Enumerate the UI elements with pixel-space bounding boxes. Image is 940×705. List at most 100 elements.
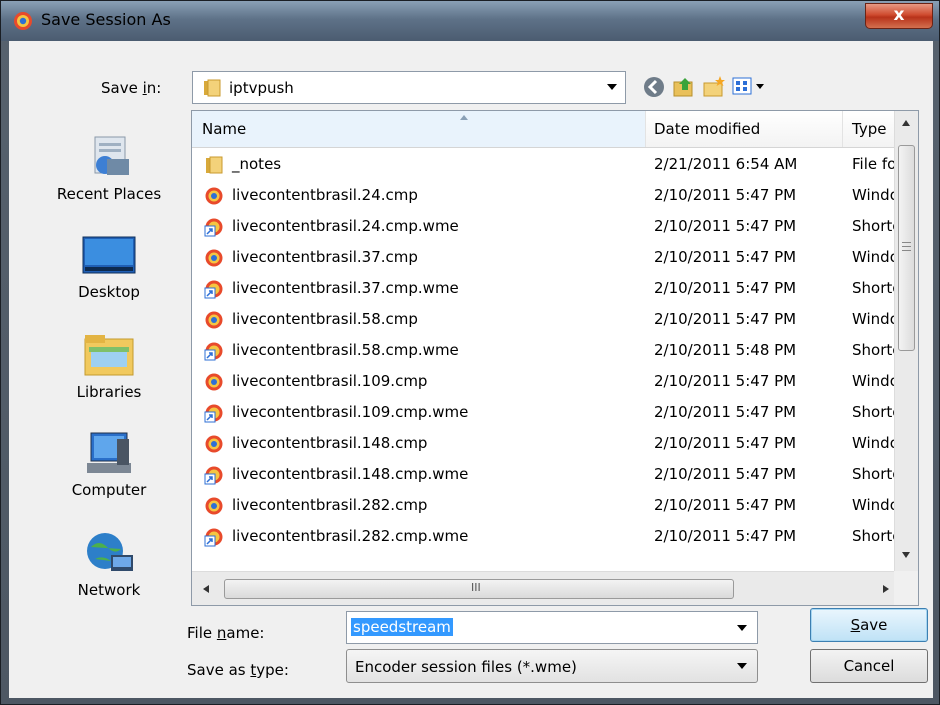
place-label: Computer <box>71 481 147 499</box>
place-label: Recent Places <box>56 185 162 203</box>
window-title: Save Session As <box>41 10 171 29</box>
date-modified-cell: 2/10/2011 5:47 PM <box>654 465 797 483</box>
type-cell: Shortc <box>852 527 894 545</box>
horizontal-scroll-thumb[interactable]: III <box>224 579 734 599</box>
file-row[interactable]: livecontentbrasil.109.cmp 2/10/2011 5:47 … <box>192 366 894 397</box>
file-row[interactable]: livecontentbrasil.109.cmp.wme 2/10/2011 5… <box>192 397 894 428</box>
date-modified-cell: 2/10/2011 5:47 PM <box>654 279 797 297</box>
file-row[interactable]: livecontentbrasil.37.cmp.wme 2/10/2011 5:… <box>192 273 894 304</box>
type-cell: Windo <box>852 496 894 514</box>
shortcut-icon <box>204 466 223 485</box>
back-icon[interactable] <box>641 74 667 100</box>
scroll-left-icon[interactable] <box>202 584 210 594</box>
column-divider[interactable] <box>645 111 646 147</box>
network-icon <box>87 533 133 571</box>
shortcut-icon <box>204 218 223 237</box>
type-cell: Shortc <box>852 279 894 297</box>
media-file-icon <box>205 187 223 205</box>
scroll-right-icon[interactable] <box>882 584 890 594</box>
media-file-icon <box>205 311 223 329</box>
file-name-value[interactable]: speedstream <box>351 618 453 636</box>
place-libraries[interactable]: Libraries <box>29 331 189 401</box>
chevron-down-icon[interactable] <box>737 625 747 631</box>
title-bar[interactable]: Save Session As x <box>1 1 939 41</box>
date-modified-cell: 2/10/2011 5:47 PM <box>654 217 797 235</box>
new-folder-icon[interactable] <box>701 74 727 100</box>
folder-icon <box>206 156 223 174</box>
file-row[interactable]: livecontentbrasil.24.cmp 2/10/2011 5:47 P… <box>192 180 894 211</box>
column-name-label: Name <box>202 120 247 138</box>
file-name-cell: livecontentbrasil.148.cmp.wme <box>232 465 469 483</box>
close-button[interactable]: x <box>865 3 933 29</box>
save-in-value: iptvpush <box>229 79 294 97</box>
file-row[interactable]: _notes 2/21/2011 6:54 AM File fol <box>192 149 894 180</box>
file-row[interactable]: livecontentbrasil.58.cmp 2/10/2011 5:47 P… <box>192 304 894 335</box>
app-icon <box>14 12 32 30</box>
file-name-cell: livecontentbrasil.58.cmp.wme <box>232 341 459 359</box>
horizontal-scrollbar[interactable]: III <box>192 571 894 605</box>
file-name-cell: _notes <box>232 155 282 173</box>
date-modified-cell: 2/10/2011 5:47 PM <box>654 248 797 266</box>
up-folder-icon[interactable] <box>671 74 697 100</box>
file-row[interactable]: livecontentbrasil.58.cmp.wme 2/10/2011 5:… <box>192 335 894 366</box>
file-name-cell: livecontentbrasil.24.cmp <box>232 186 418 204</box>
chevron-down-icon <box>607 84 617 90</box>
scroll-corner <box>894 571 918 605</box>
sort-ascending-icon <box>460 115 468 120</box>
places-bar: Recent Places Desktop Libraries Computer… <box>29 123 189 658</box>
vertical-scrollbar[interactable] <box>894 111 918 571</box>
file-name-input[interactable]: speedstream <box>346 611 758 644</box>
media-file-icon <box>205 435 223 453</box>
place-desktop[interactable]: Desktop <box>29 231 189 301</box>
column-header-name[interactable]: Name <box>192 111 645 147</box>
date-modified-cell: 2/10/2011 5:47 PM <box>654 496 797 514</box>
file-name-cell: livecontentbrasil.58.cmp <box>232 310 418 328</box>
file-row[interactable]: livecontentbrasil.282.cmp.wme 2/10/2011 5… <box>192 521 894 552</box>
type-cell: Windo <box>852 310 894 328</box>
file-name-cell: livecontentbrasil.109.cmp.wme <box>232 403 469 421</box>
media-file-icon <box>205 497 223 515</box>
scroll-down-icon[interactable] <box>901 551 911 559</box>
file-row[interactable]: livecontentbrasil.37.cmp 2/10/2011 5:47 P… <box>192 242 894 273</box>
file-name-cell: livecontentbrasil.37.cmp <box>232 248 418 266</box>
file-row[interactable]: livecontentbrasil.24.cmp.wme 2/10/2011 5:… <box>192 211 894 242</box>
date-modified-cell: 2/10/2011 5:47 PM <box>654 403 797 421</box>
file-row[interactable]: livecontentbrasil.148.cmp 2/10/2011 5:47 … <box>192 428 894 459</box>
type-cell: Windo <box>852 434 894 452</box>
file-row[interactable]: livecontentbrasil.282.cmp 2/10/2011 5:47 … <box>192 490 894 521</box>
type-cell: Shortc <box>852 341 894 359</box>
column-header-type[interactable]: Type <box>852 120 886 138</box>
save-as-type-dropdown[interactable]: Encoder session files (*.wme) <box>346 649 758 683</box>
save-in-dropdown[interactable]: iptvpush <box>192 71 626 104</box>
media-file-icon <box>205 373 223 391</box>
date-modified-cell: 2/10/2011 5:47 PM <box>654 186 797 204</box>
scroll-grip: III <box>471 581 481 594</box>
vertical-scroll-thumb[interactable] <box>898 145 915 351</box>
shortcut-icon <box>204 280 223 299</box>
type-cell: Shortc <box>852 465 894 483</box>
save-button[interactable]: Save <box>810 608 928 642</box>
desktop-icon <box>82 236 136 274</box>
shortcut-icon <box>204 342 223 361</box>
file-list[interactable]: Name Date modified Type _notes 2/21/2011 … <box>191 110 919 606</box>
place-recent-places[interactable]: Recent Places <box>29 133 189 203</box>
cancel-button[interactable]: Cancel <box>810 649 928 683</box>
type-cell: Windo <box>852 186 894 204</box>
scroll-up-icon[interactable] <box>901 119 911 127</box>
place-label: Network <box>77 581 141 599</box>
save-as-type-label: Save as type: <box>187 661 289 679</box>
file-name-cell: livecontentbrasil.282.cmp <box>232 496 428 514</box>
place-computer[interactable]: Computer <box>29 429 189 499</box>
date-modified-cell: 2/21/2011 6:54 AM <box>654 155 798 173</box>
view-menu-icon[interactable] <box>731 74 771 100</box>
type-cell: Windo <box>852 372 894 390</box>
column-divider[interactable] <box>842 111 843 147</box>
column-header-date[interactable]: Date modified <box>654 120 760 138</box>
place-network[interactable]: Network <box>29 529 189 599</box>
date-modified-cell: 2/10/2011 5:47 PM <box>654 372 797 390</box>
dialog-window: Save Session As x Save in: iptvpush Rece… <box>0 0 940 705</box>
shortcut-icon <box>204 404 223 423</box>
type-cell: Shortc <box>852 217 894 235</box>
file-row[interactable]: livecontentbrasil.148.cmp.wme 2/10/2011 5… <box>192 459 894 490</box>
date-modified-cell: 2/10/2011 5:47 PM <box>654 527 797 545</box>
